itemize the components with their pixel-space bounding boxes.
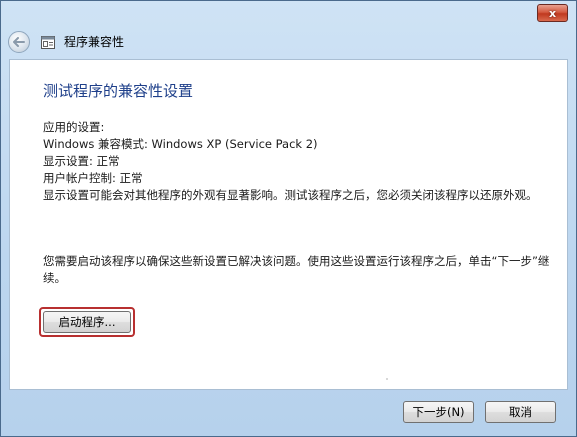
close-icon: x	[548, 6, 557, 20]
display-note: 显示设置可能会对其他程序的外观有显著影响。测试该程序之后，您必须关闭该程序以还原…	[43, 188, 538, 202]
cancel-button[interactable]: 取消	[485, 401, 556, 423]
decorative-dot	[386, 378, 388, 380]
title-bar: 程序兼容性	[2, 25, 575, 59]
display-setting: 显示设置: 正常	[43, 154, 120, 168]
uac-setting: 用户帐户控制: 正常	[43, 171, 143, 185]
page-heading: 测试程序的兼容性设置	[43, 82, 194, 100]
content-panel: 测试程序的兼容性设置 应用的设置: Windows 兼容模式: Windows …	[9, 59, 568, 390]
back-arrow-icon	[13, 37, 25, 47]
instruction-text: 您需要启动该程序以确保这些新设置已解决该问题。使用这些设置运行该程序之后，单击“…	[43, 254, 550, 285]
next-button[interactable]: 下一步(N)	[403, 401, 474, 423]
launch-program-button[interactable]: 启动程序...	[43, 311, 131, 333]
back-button[interactable]	[8, 31, 30, 53]
applied-settings: 应用的设置: Windows 兼容模式: Windows XP (Service…	[43, 119, 563, 204]
compatibility-window: x 程序兼容性 测试程序的兼容性设置 应用的设置: Windows 兼容模式: …	[0, 0, 577, 437]
program-compatibility-icon	[41, 36, 55, 49]
window-title: 程序兼容性	[64, 35, 125, 49]
close-button[interactable]: x	[537, 4, 568, 22]
settings-label: 应用的设置:	[43, 120, 105, 134]
launch-button-highlight: 启动程序...	[39, 307, 135, 337]
compat-mode-setting: Windows 兼容模式: Windows XP (Service Pack 2…	[43, 137, 318, 151]
